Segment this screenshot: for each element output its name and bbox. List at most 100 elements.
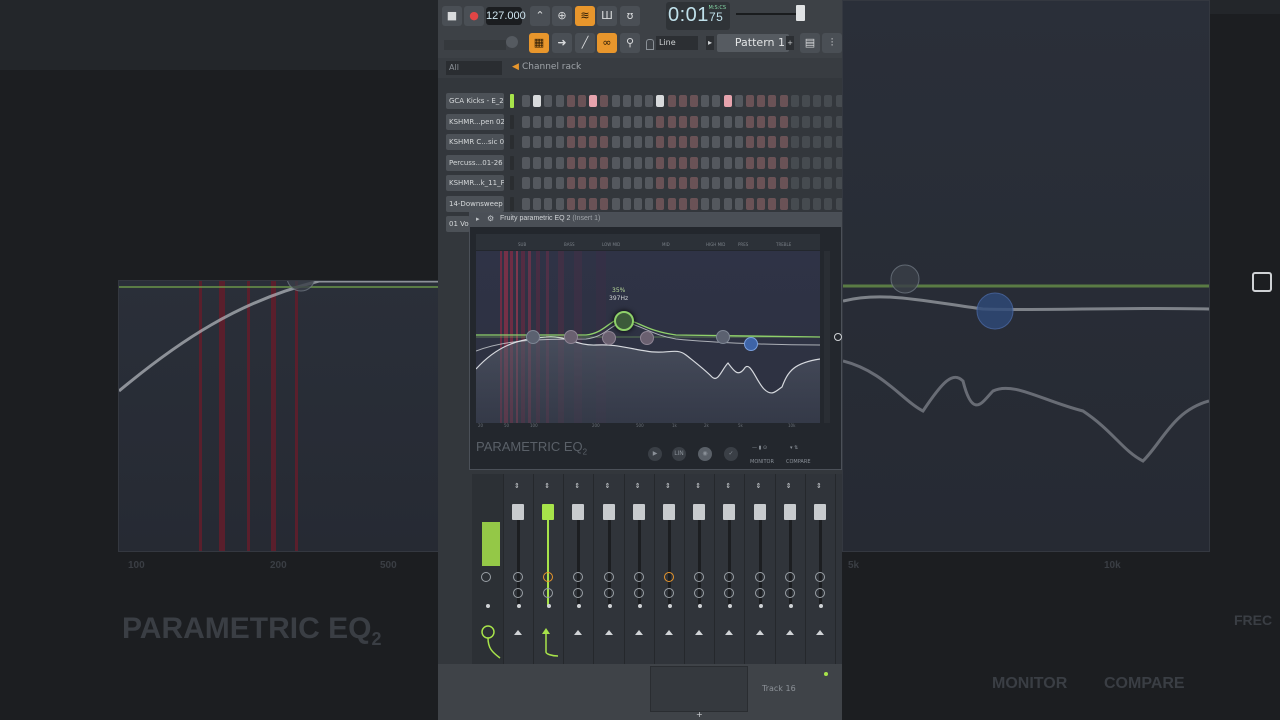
step-button[interactable]	[544, 116, 553, 128]
step-button[interactable]	[578, 116, 586, 128]
step-button[interactable]	[555, 136, 564, 148]
step-button[interactable]	[589, 116, 598, 128]
step-button[interactable]	[578, 95, 586, 107]
route-dot[interactable]	[486, 604, 490, 608]
step-button[interactable]	[555, 95, 564, 107]
stereo-knob[interactable]	[603, 588, 614, 598]
step-button[interactable]	[813, 177, 822, 189]
volume-fader[interactable]	[663, 504, 675, 520]
step-button[interactable]	[611, 116, 620, 128]
step-button[interactable]	[611, 95, 620, 107]
step-button[interactable]	[678, 95, 687, 107]
step-button[interactable]	[802, 177, 810, 189]
pan-knob[interactable]	[724, 572, 735, 582]
pan-knob[interactable]	[664, 572, 674, 582]
step-button[interactable]	[622, 95, 631, 107]
step-button[interactable]	[634, 95, 642, 107]
pattern-selector[interactable]: Pattern 1	[717, 34, 789, 52]
linear-phase-button[interactable]: LIN	[672, 447, 686, 461]
step-button[interactable]	[824, 95, 833, 107]
step-button[interactable]	[690, 198, 698, 210]
step-button[interactable]	[790, 198, 799, 210]
stereo-separation-icon[interactable]: ⇕	[665, 482, 671, 490]
stereo-separation-icon[interactable]: ⇕	[544, 482, 550, 490]
stereo-separation-icon[interactable]: ⇕	[514, 482, 520, 490]
route-dot[interactable]	[819, 604, 823, 608]
step-button[interactable]	[667, 157, 676, 169]
step-button[interactable]	[779, 116, 788, 128]
step-button[interactable]	[802, 136, 810, 148]
route-dot[interactable]	[758, 604, 763, 608]
step-button[interactable]	[533, 136, 542, 148]
pan-knob[interactable]	[784, 572, 795, 582]
step-button[interactable]	[790, 95, 799, 107]
step-button[interactable]	[690, 177, 698, 189]
step-button[interactable]	[589, 136, 598, 148]
monitor-controls[interactable]: — ▮ ⊙	[752, 445, 767, 451]
volume-fader[interactable]	[723, 504, 736, 520]
step-button[interactable]	[835, 116, 842, 128]
step-button[interactable]	[757, 177, 766, 189]
expand-arrow-icon[interactable]: ▸	[476, 215, 480, 223]
step-button[interactable]	[813, 95, 822, 107]
channel-button[interactable]: GCA Kicks - E_2	[446, 93, 504, 109]
step-button[interactable]	[757, 198, 766, 210]
step-button[interactable]	[656, 157, 665, 169]
step-button[interactable]	[790, 157, 799, 169]
step-button[interactable]	[734, 177, 743, 189]
step-button[interactable]	[555, 198, 564, 210]
step-button[interactable]	[544, 177, 553, 189]
route-arrow-icon[interactable]	[695, 630, 704, 635]
add-icon[interactable]: +	[696, 710, 703, 719]
step-button[interactable]	[813, 136, 822, 148]
step-button[interactable]	[779, 136, 788, 148]
step-button[interactable]	[746, 136, 754, 148]
step-button[interactable]	[690, 136, 698, 148]
route-arrow-icon[interactable]	[574, 630, 583, 635]
step-button[interactable]	[802, 198, 810, 210]
step-button[interactable]	[555, 157, 564, 169]
route-dot[interactable]	[577, 604, 582, 608]
step-button[interactable]	[824, 177, 833, 189]
step-button[interactable]	[712, 198, 721, 210]
step-button[interactable]	[813, 198, 822, 210]
link-icon[interactable]: ∞	[597, 33, 617, 53]
step-button[interactable]	[835, 177, 842, 189]
wait-record-icon[interactable]: ⊕	[552, 6, 572, 26]
channel-select-led[interactable]	[510, 197, 514, 211]
step-button[interactable]	[734, 157, 743, 169]
channel-select-led[interactable]	[510, 115, 514, 129]
route-arrow-icon[interactable]	[634, 630, 643, 635]
channel-button[interactable]: KSHMR C...sic 03	[446, 134, 504, 150]
volume-fader[interactable]	[783, 504, 796, 520]
channel-select-led[interactable]	[510, 135, 514, 149]
pattern-prev-icon[interactable]: ▸	[706, 36, 714, 50]
step-button[interactable]	[566, 116, 575, 128]
step-button[interactable]	[824, 136, 833, 148]
step-button[interactable]	[824, 198, 833, 210]
step-button[interactable]	[802, 116, 810, 128]
hq-button[interactable]: ◉	[698, 447, 712, 461]
stereo-knob[interactable]	[694, 588, 705, 598]
stereo-knob[interactable]	[754, 588, 765, 598]
step-button[interactable]	[578, 136, 586, 148]
step-button[interactable]	[622, 116, 631, 128]
volume-fader[interactable]	[512, 504, 524, 520]
step-button[interactable]	[779, 157, 788, 169]
step-button[interactable]	[522, 177, 530, 189]
step-button[interactable]	[667, 136, 676, 148]
step-button[interactable]	[779, 177, 788, 189]
stereo-separation-icon[interactable]: ⇕	[756, 482, 762, 490]
route-arrow-icon[interactable]	[785, 630, 794, 635]
step-button[interactable]	[835, 136, 842, 148]
step-button[interactable]	[622, 157, 631, 169]
step-button[interactable]	[634, 177, 642, 189]
eq-band-handle[interactable]	[640, 331, 654, 345]
pan-knob[interactable]	[543, 572, 554, 582]
pan-knob[interactable]	[603, 572, 614, 582]
step-button[interactable]	[578, 198, 586, 210]
step-button[interactable]	[600, 198, 609, 210]
play-icon[interactable]: ▶	[648, 447, 662, 461]
step-button[interactable]	[667, 95, 676, 107]
stereo-separation-icon[interactable]: ⇕	[605, 482, 611, 490]
